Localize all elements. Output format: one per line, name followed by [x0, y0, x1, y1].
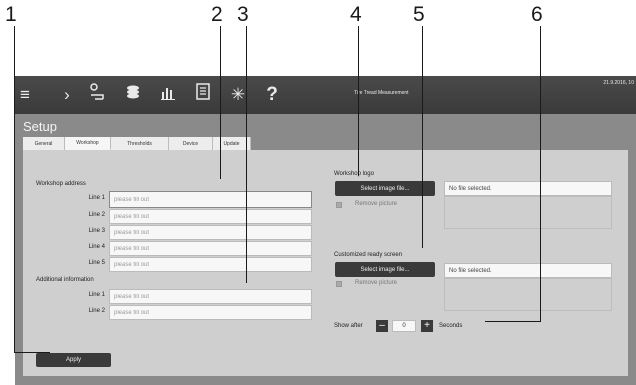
callout-3: 3 [237, 3, 249, 26]
address-line-3-label: Line 3 [88, 228, 105, 234]
ready-remove-checkbox[interactable] [336, 281, 342, 287]
tab-general[interactable]: General [23, 137, 65, 150]
chevron-right-icon[interactable]: › [55, 82, 79, 108]
address-line-2-label: Line 2 [88, 212, 105, 218]
show-after-value[interactable]: 0 [392, 320, 416, 332]
top-toolbar: ≡ › ✳ ? Tire Tread Measurement 21.9.2016… [15, 76, 636, 114]
tab-workshop[interactable]: Workshop [65, 137, 111, 150]
help-icon[interactable]: ? [260, 82, 284, 108]
additional-line-1-label: Line 1 [88, 292, 105, 298]
address-line-3-input[interactable] [109, 225, 312, 240]
ready-screen-heading: Customized ready screen [334, 252, 403, 258]
date-time: 21.9.2016, 10 [603, 80, 634, 86]
leader-line-6b [485, 321, 541, 322]
additional-info-heading: Additional information [36, 277, 94, 283]
additional-line-2-label: Line 2 [88, 308, 105, 314]
seconds-unit: Seconds [439, 323, 463, 329]
address-line-2-input[interactable] [109, 209, 312, 224]
leader-line-3 [246, 26, 247, 283]
additional-line-2-input[interactable] [109, 305, 312, 320]
logo-preview [444, 196, 612, 229]
address-line-4-label: Line 4 [88, 244, 105, 250]
leader-line-4 [358, 26, 359, 176]
callout-4: 4 [350, 3, 362, 26]
leader-line-1 [14, 26, 15, 353]
page-title: Setup [23, 119, 57, 134]
address-line-1-input[interactable] [109, 191, 312, 208]
leader-line-2 [220, 26, 221, 179]
callout-1: 1 [5, 3, 17, 26]
leader-line-1b [14, 352, 50, 353]
increment-button[interactable]: + [421, 320, 433, 332]
document-icon[interactable] [191, 82, 215, 108]
decrement-button[interactable]: – [376, 320, 388, 332]
ready-select-file-button[interactable]: Select image file... [335, 262, 435, 277]
ready-remove-label: Remove picture [355, 280, 398, 286]
tab-thresholds[interactable]: Thresholds [111, 137, 169, 150]
tab-bar: General Workshop Thresholds Device Updat… [23, 137, 251, 150]
logo-remove-checkbox[interactable] [336, 202, 342, 208]
ready-preview [444, 278, 612, 311]
logo-file-status: No file selected. [444, 181, 612, 196]
address-line-1-label: Line 1 [88, 195, 105, 201]
additional-line-1-input[interactable] [109, 289, 312, 304]
address-line-5-label: Line 5 [88, 260, 105, 266]
bar-chart-icon[interactable] [156, 82, 180, 108]
workshop-address-heading: Workshop address [36, 181, 86, 187]
address-line-5-input[interactable] [109, 257, 312, 272]
callout-5: 5 [413, 3, 425, 26]
user-cart-icon[interactable] [86, 82, 110, 110]
apply-button[interactable]: Apply [36, 353, 111, 367]
leader-line-6 [540, 26, 541, 322]
leader-line-5 [422, 26, 423, 248]
address-line-4-input[interactable] [109, 241, 312, 256]
app-title: Tire Tread Measurement [354, 90, 409, 96]
logo-select-file-button[interactable]: Select image file... [335, 181, 435, 196]
callout-2: 2 [211, 3, 223, 26]
workshop-logo-heading: Workshop logo [334, 171, 374, 177]
setup-window: ≡ › ✳ ? Tire Tread Measurement 21.9.2016… [15, 76, 636, 385]
layers-icon[interactable] [121, 82, 145, 108]
callout-6: 6 [531, 3, 543, 26]
logo-remove-label: Remove picture [355, 201, 398, 207]
hamburger-icon[interactable]: ≡ [15, 82, 37, 108]
ready-file-status: No file selected. [444, 263, 612, 278]
show-after-label: Show after [334, 323, 363, 329]
tab-device[interactable]: Device [169, 137, 213, 150]
workshop-panel: Workshop address Line 1 Line 2 Line 3 Li… [23, 150, 628, 376]
